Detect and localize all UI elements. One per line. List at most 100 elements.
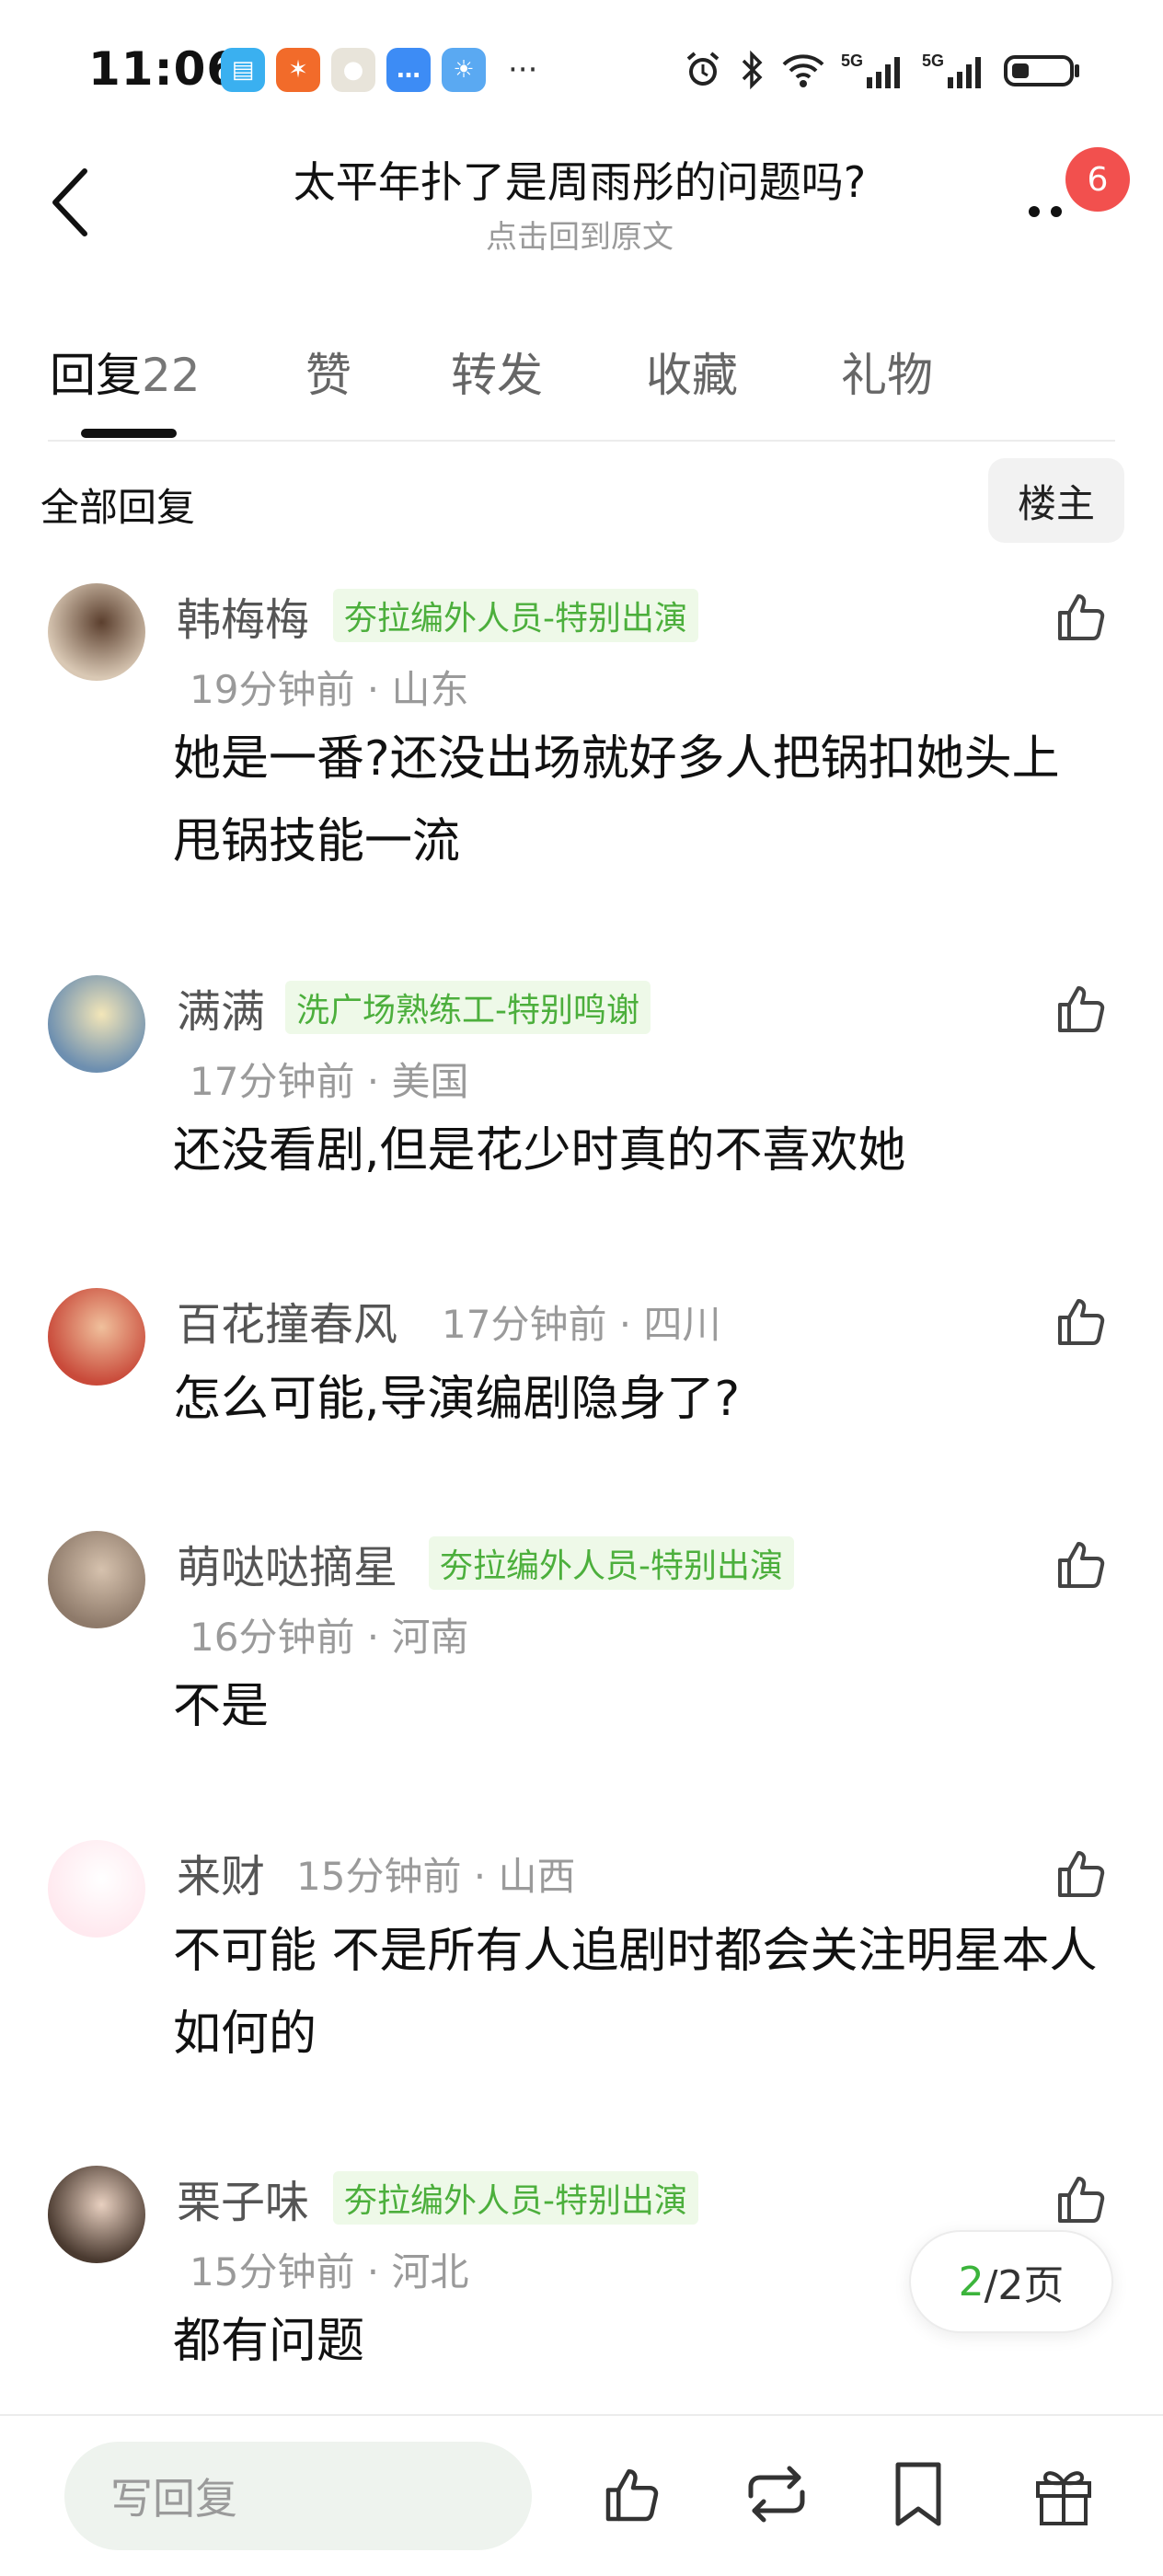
current-page: 2: [958, 2258, 985, 2306]
comment-text[interactable]: 她是一番?还没出场就好多人把锅扣她头上 甩锅技能一流: [173, 718, 1121, 883]
comment-text[interactable]: 怎么可能,导演编剧隐身了?: [173, 1358, 1121, 1441]
svg-text:5G: 5G: [922, 52, 944, 70]
status-bar: 11:06 ▤ ✶ ●… ☀ ··· 5G 5G: [0, 0, 1163, 138]
top-navigation: 太平年扑了是周雨彤的问题吗? 点击回到原文: [0, 138, 1163, 276]
commenter-name[interactable]: 来财: [177, 1840, 265, 1904]
like-button[interactable]: [1053, 1535, 1111, 1593]
tab-reposts[interactable]: 转发: [451, 339, 543, 405]
comment-location: 四川: [643, 1302, 721, 1347]
commenter-name[interactable]: 百花撞春风: [177, 1288, 397, 1352]
user-title-tag: 夯拉编外人员-特别出演: [429, 1536, 794, 1590]
gift-button[interactable]: [1027, 2455, 1100, 2534]
comment-location: 河南: [391, 1615, 469, 1660]
status-time: 11:06: [88, 42, 240, 96]
commenter-name[interactable]: 满满: [177, 975, 265, 1040]
back-to-original-link[interactable]: 点击回到原文: [166, 212, 994, 257]
total-pages: /2页: [984, 2262, 1065, 2309]
user-title-tag: 夯拉编外人员-特别出演: [333, 2171, 698, 2225]
comment-meta: 15分钟前 · 河北: [190, 2241, 469, 2297]
comment-text[interactable]: 还没看剧,但是花少时真的不喜欢她: [173, 1110, 1121, 1192]
tab-count: 22: [142, 349, 201, 402]
commenter-name[interactable]: 萌哒哒摘星: [177, 1531, 397, 1595]
svg-text:5G: 5G: [841, 52, 863, 70]
comment-meta: 16分钟前 · 河南: [190, 1606, 469, 1662]
thumbs-up-icon: [1058, 1851, 1105, 1897]
comment-text[interactable]: 不是: [173, 1665, 1121, 1748]
comment-location: 山东: [391, 667, 469, 712]
reply-input[interactable]: 写回复: [64, 2442, 532, 2550]
comment-location: 美国: [391, 1059, 469, 1104]
comment-meta: 17分钟前 · 四川: [442, 1294, 721, 1350]
comment-time: 19分钟前: [190, 667, 355, 712]
owner-only-button[interactable]: 楼主: [988, 458, 1124, 543]
alarm-icon: [683, 48, 723, 92]
meta-separator: ·: [354, 2249, 392, 2294]
avatar[interactable]: [48, 1288, 145, 1386]
all-replies-label[interactable]: 全部回复: [40, 477, 195, 533]
meta-separator: ·: [354, 667, 392, 712]
more-notifications-icon: ···: [508, 52, 538, 88]
like-button[interactable]: [1053, 979, 1111, 1038]
like-post-button[interactable]: [596, 2455, 670, 2534]
back-button[interactable]: [37, 164, 103, 241]
gift-icon: [1036, 2471, 1091, 2525]
tab-gifts[interactable]: 礼物: [841, 339, 933, 405]
thumbs-up-icon: [1058, 2177, 1105, 2223]
bluetooth-icon: [738, 48, 766, 92]
bookmark-button[interactable]: [881, 2455, 955, 2534]
comment-time: 16分钟前: [190, 1615, 355, 1660]
more-dots-icon: [1029, 206, 1062, 217]
reply-filter-row: 全部回复 楼主: [0, 451, 1163, 552]
thumbs-up-icon: [605, 2469, 659, 2522]
page-indicator[interactable]: 2/2页: [909, 2230, 1113, 2333]
meta-separator: ·: [354, 1615, 392, 1660]
active-tab-indicator: [81, 429, 177, 438]
avatar[interactable]: [48, 583, 145, 681]
like-button[interactable]: [1053, 587, 1111, 646]
avatar[interactable]: [48, 1531, 145, 1628]
user-title-tag: 洗广场熟练工-特别鸣谢: [285, 981, 651, 1034]
like-button[interactable]: [1053, 1844, 1111, 1903]
notification-app-icons: ▤ ✶ ●… ☀ ···: [221, 48, 537, 92]
bottom-action-bar: 写回复: [0, 2414, 1163, 2576]
meta-separator: ·: [354, 1059, 392, 1104]
avatar[interactable]: [48, 975, 145, 1073]
book-app-icon: ▤: [221, 48, 265, 92]
avatar[interactable]: [48, 1840, 145, 1938]
comment-location: 河北: [391, 2249, 469, 2294]
meta-separator: ·: [461, 1854, 499, 1899]
signal-5g-icon-1: 5G: [841, 48, 907, 92]
tab-bar: 回复22 赞 转发 收藏 礼物: [48, 331, 1115, 442]
weather-app-icon: ☀: [442, 48, 486, 92]
chevron-left-icon: [52, 168, 87, 236]
comment-time: 15分钟前: [296, 1854, 462, 1899]
comment-location: 山西: [498, 1854, 576, 1899]
page-title[interactable]: 太平年扑了是周雨彤的问题吗?: [166, 149, 994, 210]
pearl-app-icon: ●: [331, 48, 375, 92]
repost-button[interactable]: [740, 2455, 813, 2534]
tab-likes[interactable]: 赞: [305, 339, 351, 405]
message-app-icon: …: [386, 48, 431, 92]
comment-meta: 17分钟前 · 美国: [190, 1051, 469, 1107]
user-title-tag: 夯拉编外人员-特别出演: [333, 589, 698, 642]
bookmark-icon: [895, 2462, 941, 2526]
wifi-icon: [780, 48, 826, 92]
commenter-name[interactable]: 栗子味: [177, 2166, 309, 2230]
comment-time: 17分钟前: [190, 1059, 355, 1104]
like-button[interactable]: [1053, 2169, 1111, 2228]
commenter-name[interactable]: 韩梅梅: [177, 583, 309, 648]
avatar[interactable]: [48, 2166, 145, 2263]
thumbs-up-icon: [1058, 594, 1105, 640]
notification-badge[interactable]: 6: [1065, 147, 1130, 212]
comment-text[interactable]: 不可能 不是所有人追剧时都会关注明星本人如何的: [173, 1910, 1121, 2076]
signal-5g-icon-2: 5G: [922, 48, 988, 92]
thumbs-up-icon: [1058, 1542, 1105, 1588]
tab-favorites[interactable]: 收藏: [646, 339, 738, 405]
thumbs-up-icon: [1058, 1299, 1105, 1345]
like-button[interactable]: [1053, 1292, 1111, 1351]
system-status-icons: 5G 5G: [683, 48, 1082, 92]
tab-replies[interactable]: 回复22: [50, 339, 201, 405]
comment-meta: 15分钟前 · 山西: [296, 1846, 576, 1902]
meta-separator: ·: [606, 1302, 644, 1347]
battery-icon: [1003, 48, 1082, 92]
